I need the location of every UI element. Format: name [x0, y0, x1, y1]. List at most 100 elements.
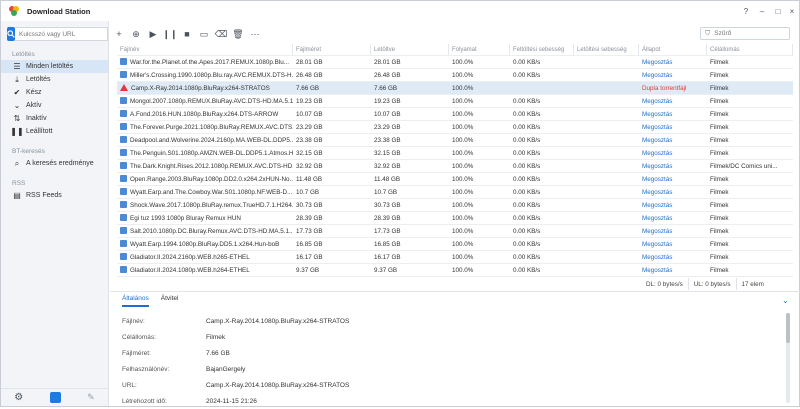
sidebar-item-all[interactable]: ☰ Minden letöltés — [1, 60, 108, 73]
cell-text: 0.00 KB/s — [513, 227, 541, 235]
cell-destination: Filmek — [707, 111, 793, 118]
ul-speed: UL: 0 bytes/s — [689, 278, 737, 290]
table-row[interactable]: The.Forever.Purge.2021.1080p.BluRay.REMU… — [117, 121, 793, 134]
table-row[interactable]: Salt.2010.1080p.DC.Bluray.Remux.AVC.DTS-… — [117, 225, 793, 238]
stop-icon[interactable]: ■ — [179, 26, 195, 42]
cell-progress: 100.0% — [449, 176, 510, 183]
cell-text: 0.00 KB/s — [513, 97, 541, 105]
cell-text: 32.15 GB — [296, 149, 323, 157]
status-bar: DL: 0 bytes/s UL: 0 bytes/s 17 elem — [641, 278, 769, 290]
cell-filename: Salt.2010.1080p.DC.Bluray.Remux.AVC.DTS-… — [117, 227, 293, 235]
sidebar-item-stopped[interactable]: ❚❚ Leállított — [1, 125, 108, 138]
table-row[interactable]: Camp.X-Ray.2014.1080p.BluRay.x264-STRATO… — [117, 82, 793, 95]
col-progress[interactable]: Folyamat — [449, 44, 510, 55]
pause-icon[interactable]: ❙❙ — [162, 26, 178, 42]
table-row[interactable]: A.Fond.2016.HUN.1080p.BluRay.x264.DTS-AR… — [117, 108, 793, 121]
tab-general[interactable]: Általános — [122, 295, 149, 307]
collapse-chevron-icon[interactable]: ⌄ — [782, 296, 789, 305]
col-downloaded[interactable]: Letöltve — [371, 44, 449, 55]
table-row[interactable]: Wyatt.Earp.1994.1080p.BluRay.DD5.1.x264.… — [117, 238, 793, 251]
search-icon[interactable] — [7, 27, 15, 41]
cell-destination: Filmek — [707, 202, 793, 209]
file-icon — [120, 175, 127, 182]
file-icon — [120, 214, 127, 221]
sidebar-item-label: Leállított — [26, 128, 53, 135]
list-icon: ☰ — [13, 62, 21, 71]
col-destination[interactable]: Célállomás — [707, 44, 793, 55]
sidebar-item-inactive[interactable]: ⇅ Inaktív — [1, 112, 108, 125]
detail-scrollbar[interactable] — [786, 313, 790, 403]
add-url-icon[interactable]: ⊕ — [128, 26, 144, 42]
cell-filesize: 19.23 GB — [293, 98, 371, 105]
detail-value: Camp.X-Ray.2014.1080p.BluRay.x264-STRATO… — [206, 381, 350, 389]
table-row[interactable]: Gladiator.II.2024.2160p.WEB.h265-ETHEL 16… — [117, 251, 793, 264]
col-status[interactable]: Állapot — [639, 44, 707, 55]
table-row[interactable]: Gladiator.II.2024.1080p.WEB.h264-ETHEL 9.… — [117, 264, 793, 277]
cell-text: Megosztás — [642, 110, 673, 118]
close-button[interactable]: × — [785, 1, 799, 21]
cell-progress: 100.0% — [449, 98, 510, 105]
play-icon[interactable]: ▶ — [145, 26, 161, 42]
cell-status: Megosztás — [639, 176, 707, 183]
settings-gear-icon[interactable]: ⚙ — [14, 392, 23, 403]
col-download-speed[interactable]: Letöltési sebesség — [574, 44, 639, 55]
cell-destination: Filmek — [707, 176, 793, 183]
minimize-button[interactable]: – — [755, 1, 769, 21]
clear-icon[interactable]: ⌫ — [213, 26, 229, 42]
cell-text: 28.01 GB — [374, 58, 401, 66]
cell-filename: Camp.X-Ray.2014.1080p.BluRay.x264-STRATO… — [117, 84, 293, 92]
item-count: 17 elem — [741, 280, 764, 288]
cell-destination: Filmek/DC Comics uni... — [707, 163, 793, 170]
table-row[interactable]: Wyatt.Earp.and.The.Cowboy.War.S01.1080p.… — [117, 186, 793, 199]
sidebar-item-rss-feeds[interactable]: ▤ RSS Feeds — [1, 189, 108, 202]
cell-text: 0.00 KB/s — [513, 110, 541, 118]
add-icon[interactable]: + — [111, 26, 127, 42]
sidebar-item-label: Letöltés — [26, 76, 51, 83]
table-row[interactable]: Deadpool.and.Wolverine.2024.2160p.MA.WEB… — [117, 134, 793, 147]
cell-text: 100.0% — [452, 110, 474, 118]
cell-text: 0.00 KB/s — [513, 58, 541, 66]
folder-icon[interactable]: ▭ — [196, 26, 212, 42]
cell-text: 16.85 GB — [296, 240, 323, 248]
cell-text: 19.23 GB — [374, 97, 401, 105]
table-row[interactable]: War.for.the.Planet.of.the.Apes.2017.REMU… — [117, 56, 793, 69]
cell-progress: 100.0% — [449, 150, 510, 157]
cell-filesize: 30.73 GB — [293, 202, 371, 209]
cell-text: 100.0% — [452, 227, 474, 235]
table-row[interactable]: The.Penguin.S01.1080p.AMZN.WEB-DL.DDP5.1… — [117, 147, 793, 160]
detail-row: Fájlméret: 7.66 GB — [122, 345, 782, 361]
filter-box[interactable]: ⛉ — [700, 27, 790, 40]
table-row[interactable]: Open.Range.2003.BluRay.1080p.DD2.0.x264.… — [117, 173, 793, 186]
sidebar-item-search-results[interactable]: ⌕ A keresés eredménye — [1, 157, 108, 170]
cell-text: 32.92 GB — [296, 162, 323, 170]
table-row[interactable]: Shock.Wave.2017.1080p.BluRay.remux.TrueH… — [117, 199, 793, 212]
table-row[interactable]: Mongol.2007.1080p.REMUX.BluRay.AVC.DTS-H… — [117, 95, 793, 108]
app-title: Download Station — [27, 6, 91, 16]
table-row[interactable]: Miller's.Crossing.1990.1080p.Blu.ray.AVC… — [117, 69, 793, 82]
delete-icon[interactable]: 🗑 — [230, 26, 246, 42]
sidebar-item-downloading[interactable]: ⤓ Letöltés — [1, 73, 108, 86]
col-filename[interactable]: Fájlnév — [117, 44, 293, 55]
maximize-button[interactable]: □ — [771, 1, 785, 21]
cell-downloaded: 9.37 GB — [371, 267, 449, 274]
download-station-icon[interactable] — [49, 392, 61, 403]
cell-status: Megosztás — [639, 163, 707, 170]
help-button[interactable]: ? — [739, 1, 753, 21]
scroll-thumb[interactable] — [786, 313, 790, 343]
cell-text: Megosztás — [642, 136, 673, 144]
table-row[interactable]: Egi tuz 1993 1080p Bluray Remux HUN 28.39… — [117, 212, 793, 225]
file-icon — [120, 149, 127, 156]
sidebar-item-active[interactable]: ⌄ Aktív — [1, 99, 108, 112]
col-filesize[interactable]: Fájlméret — [293, 44, 371, 55]
sidebar-item-done[interactable]: ✔ Kész — [1, 86, 108, 99]
keyword-url-input[interactable] — [15, 27, 108, 41]
tab-transfer[interactable]: Átvitel — [161, 295, 179, 307]
broom-icon[interactable]: ✎ — [87, 392, 95, 403]
cell-downloaded: 23.38 GB — [371, 137, 449, 144]
cell-text: 10.7 GB — [296, 188, 320, 196]
more-icon[interactable]: ⋯ — [247, 26, 263, 42]
filter-input[interactable] — [714, 30, 785, 37]
table-row[interactable]: The.Dark.Knight.Rises.2012.1080p.REMUX.A… — [117, 160, 793, 173]
col-upload-speed[interactable]: Feltöltési sebesség — [510, 44, 574, 55]
cell-downloaded: 28.39 GB — [371, 215, 449, 222]
